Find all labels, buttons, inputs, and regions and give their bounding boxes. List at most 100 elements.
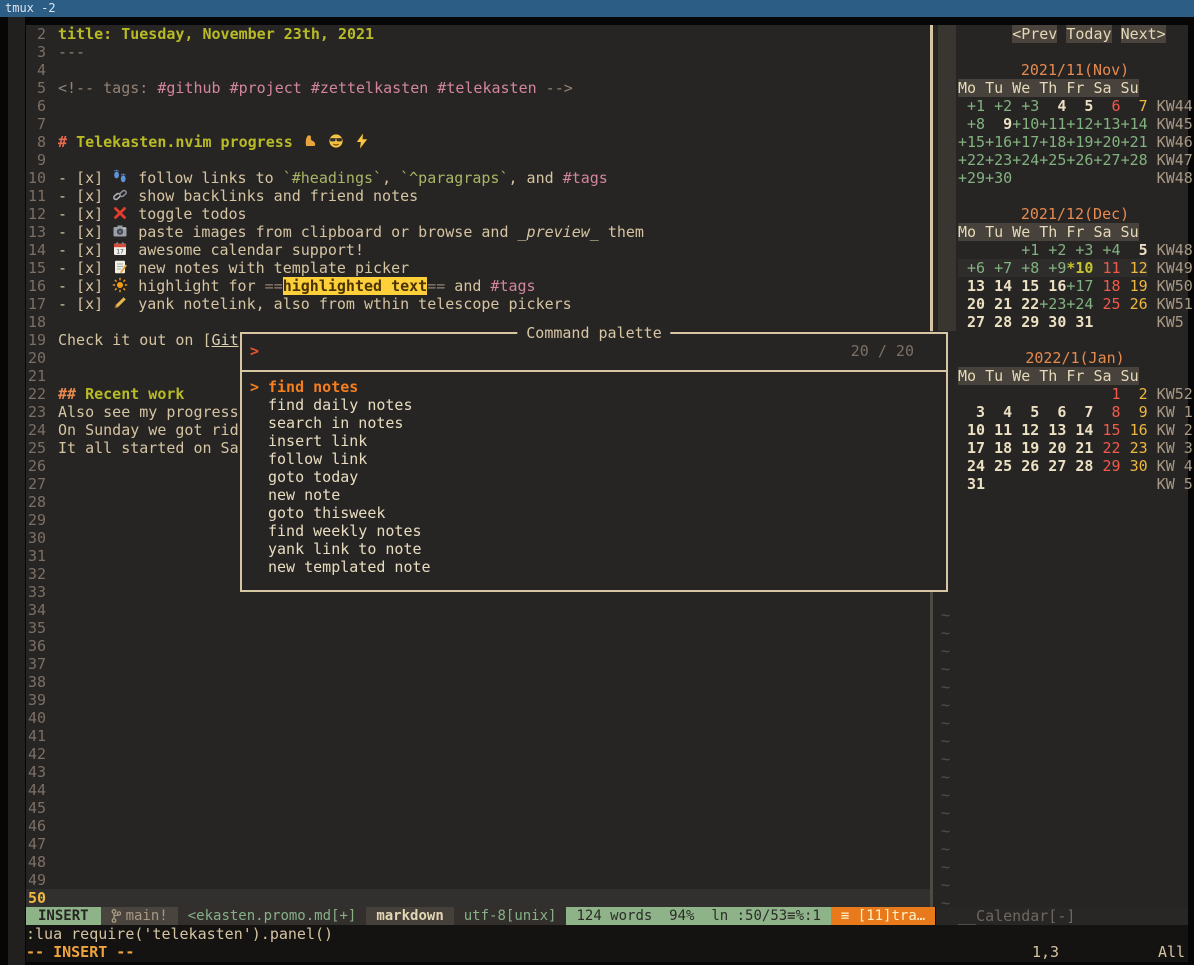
editor-line[interactable]: 45 [26, 799, 930, 817]
calendar-day-cell[interactable]: 15 [1093, 421, 1120, 439]
calendar-day-cell[interactable]: +24 [1066, 295, 1093, 313]
editor-line[interactable]: 4 [26, 61, 930, 79]
palette-item[interactable]: goto thisweek [242, 504, 946, 522]
editor-line[interactable]: 16- [x] highlight for ==highlighted text… [26, 277, 930, 295]
calendar-day-cell[interactable]: 9 [1121, 403, 1148, 421]
calendar-day-cell[interactable]: +7 [985, 259, 1012, 277]
calendar-day-cell[interactable]: 27 [958, 313, 985, 331]
calendar-day-cell[interactable]: +26 [1066, 151, 1093, 169]
editor-line[interactable]: 50 [26, 889, 930, 907]
calendar-day-cell[interactable]: +27 [1093, 151, 1120, 169]
palette-item[interactable]: find weekly notes [242, 522, 946, 540]
calendar-day-cell[interactable]: 27 [1039, 457, 1066, 475]
palette-item[interactable]: search in notes [242, 414, 946, 432]
calendar-day-cell[interactable]: 29 [1012, 313, 1039, 331]
calendar-day-cell[interactable]: 10 [958, 421, 985, 439]
calendar-day-cell[interactable]: 17 [958, 439, 985, 457]
calendar-day-cell[interactable]: +3 [1066, 241, 1093, 259]
calendar-day-cell[interactable]: 21 [1066, 439, 1093, 457]
calendar-day-cell[interactable]: 23 [1121, 439, 1148, 457]
calendar-day-cell[interactable]: 6 [1039, 403, 1066, 421]
editor-line[interactable]: 46 [26, 817, 930, 835]
calendar-day-cell[interactable]: 4 [1039, 97, 1066, 115]
calendar-day-cell[interactable]: +18 [1039, 133, 1066, 151]
calendar-day-cell[interactable]: 8 [1093, 403, 1120, 421]
calendar-day-cell[interactable]: 31 [958, 475, 985, 493]
editor-line[interactable]: 34 [26, 601, 930, 619]
editor-line[interactable]: 39 [26, 691, 930, 709]
calendar-day-cell[interactable]: 16 [1039, 277, 1066, 295]
editor-line[interactable]: 43 [26, 763, 930, 781]
calendar-day-cell[interactable]: 2 [1121, 385, 1148, 403]
editor-line[interactable]: 44 [26, 781, 930, 799]
command-line[interactable]: :lua require('telekasten').panel() [26, 925, 1188, 943]
editor-line[interactable]: 17- [x] yank notelink, also from wthin t… [26, 295, 930, 313]
calendar-day-cell[interactable]: 14 [985, 277, 1012, 295]
editor-line[interactable]: 49 [26, 871, 930, 889]
calendar-day-cell[interactable]: 11 [1093, 259, 1120, 277]
calendar-day-cell[interactable]: +17 [1012, 133, 1039, 151]
calendar-day-cell[interactable]: 6 [1093, 97, 1120, 115]
calendar-day-cell[interactable]: 12 [1012, 421, 1039, 439]
palette-item[interactable]: insert link [242, 432, 946, 450]
editor-line[interactable]: 35 [26, 619, 930, 637]
calendar-day-cell[interactable]: +11 [1039, 115, 1066, 133]
calendar-day-cell[interactable]: 26 [1012, 457, 1039, 475]
calendar-day-cell[interactable]: 26 [1121, 295, 1148, 313]
calendar-day-cell[interactable]: 22 [1012, 295, 1039, 313]
calendar-day-cell[interactable]: 15 [1012, 277, 1039, 295]
editor-line[interactable]: 42 [26, 745, 930, 763]
calendar-day-cell[interactable]: 20 [958, 295, 985, 313]
calendar-day-cell[interactable]: +10 [1012, 115, 1039, 133]
window-separator-scrollbar-thumb[interactable] [930, 25, 933, 331]
calendar-nav-today[interactable]: Today [1066, 25, 1111, 43]
calendar-day-cell[interactable]: +28 [1121, 151, 1148, 169]
editor-line[interactable]: 13- [x] paste images from clipboard or b… [26, 223, 930, 241]
editor-line[interactable]: 2title: Tuesday, November 23th, 2021 [26, 25, 930, 43]
calendar-day-cell[interactable]: 13 [958, 277, 985, 295]
editor-line[interactable]: 8# Telekasten.nvim progress [26, 133, 930, 151]
calendar-day-cell[interactable]: +12 [1066, 115, 1093, 133]
calendar-day-cell[interactable]: +1 [1012, 241, 1039, 259]
calendar-day-cell[interactable]: 30 [1121, 457, 1148, 475]
calendar-day-cell[interactable]: +29 [958, 169, 985, 187]
editor-line[interactable]: 40 [26, 709, 930, 727]
calendar-day-cell[interactable]: +13 [1093, 115, 1120, 133]
calendar-day-cell[interactable]: +2 [985, 97, 1012, 115]
calendar-day-cell[interactable]: 1 [1093, 385, 1120, 403]
palette-item[interactable]: >find notes [242, 378, 946, 396]
calendar-day-cell[interactable]: 30 [1039, 313, 1066, 331]
calendar-day-cell[interactable]: +23 [985, 151, 1012, 169]
editor-line[interactable]: 37 [26, 655, 930, 673]
calendar-day-cell[interactable]: +24 [1012, 151, 1039, 169]
calendar-day-cell[interactable]: 28 [985, 313, 1012, 331]
calendar-day-cell[interactable]: *10 [1066, 259, 1093, 277]
palette-prompt-box[interactable]: Command palette > 20 / 20 [240, 332, 948, 372]
calendar-day-cell[interactable]: 28 [1066, 457, 1093, 475]
calendar-day-cell[interactable]: 16 [1121, 421, 1148, 439]
calendar-day-cell[interactable]: +23 [1039, 295, 1066, 313]
terminal-scrollbar[interactable] [8, 17, 25, 965]
calendar-day-cell[interactable]: +6 [958, 259, 985, 277]
editor-line[interactable]: 10- [x] follow links to `#headings`, `^p… [26, 169, 930, 187]
calendar-day-cell[interactable]: +9 [1039, 259, 1066, 277]
calendar-day-cell[interactable]: 5 [1066, 97, 1093, 115]
calendar-day-cell[interactable]: 14 [1066, 421, 1093, 439]
palette-item[interactable]: follow link [242, 450, 946, 468]
editor-line[interactable]: 14- [x] 17 awesome calendar support! [26, 241, 930, 259]
calendar-day-cell[interactable]: 7 [1121, 97, 1148, 115]
calendar-day-cell[interactable]: +30 [985, 169, 1012, 187]
calendar-day-cell[interactable]: +4 [1093, 241, 1120, 259]
editor-line[interactable]: 7 [26, 115, 930, 133]
calendar-day-cell[interactable]: 4 [985, 403, 1012, 421]
calendar-day-cell[interactable]: 18 [985, 439, 1012, 457]
calendar-day-cell[interactable]: 25 [1093, 295, 1120, 313]
editor-line[interactable]: 6 [26, 97, 930, 115]
calendar-day-cell[interactable]: 5 [1121, 241, 1148, 259]
calendar-day-cell[interactable]: +15 [958, 133, 985, 151]
calendar-day-cell[interactable]: 12 [1121, 259, 1148, 277]
calendar-day-cell[interactable]: +17 [1066, 277, 1093, 295]
editor-line[interactable]: 38 [26, 673, 930, 691]
editor-line[interactable]: 11- [x] show backlinks and friend notes [26, 187, 930, 205]
calendar-day-cell[interactable]: +20 [1093, 133, 1120, 151]
